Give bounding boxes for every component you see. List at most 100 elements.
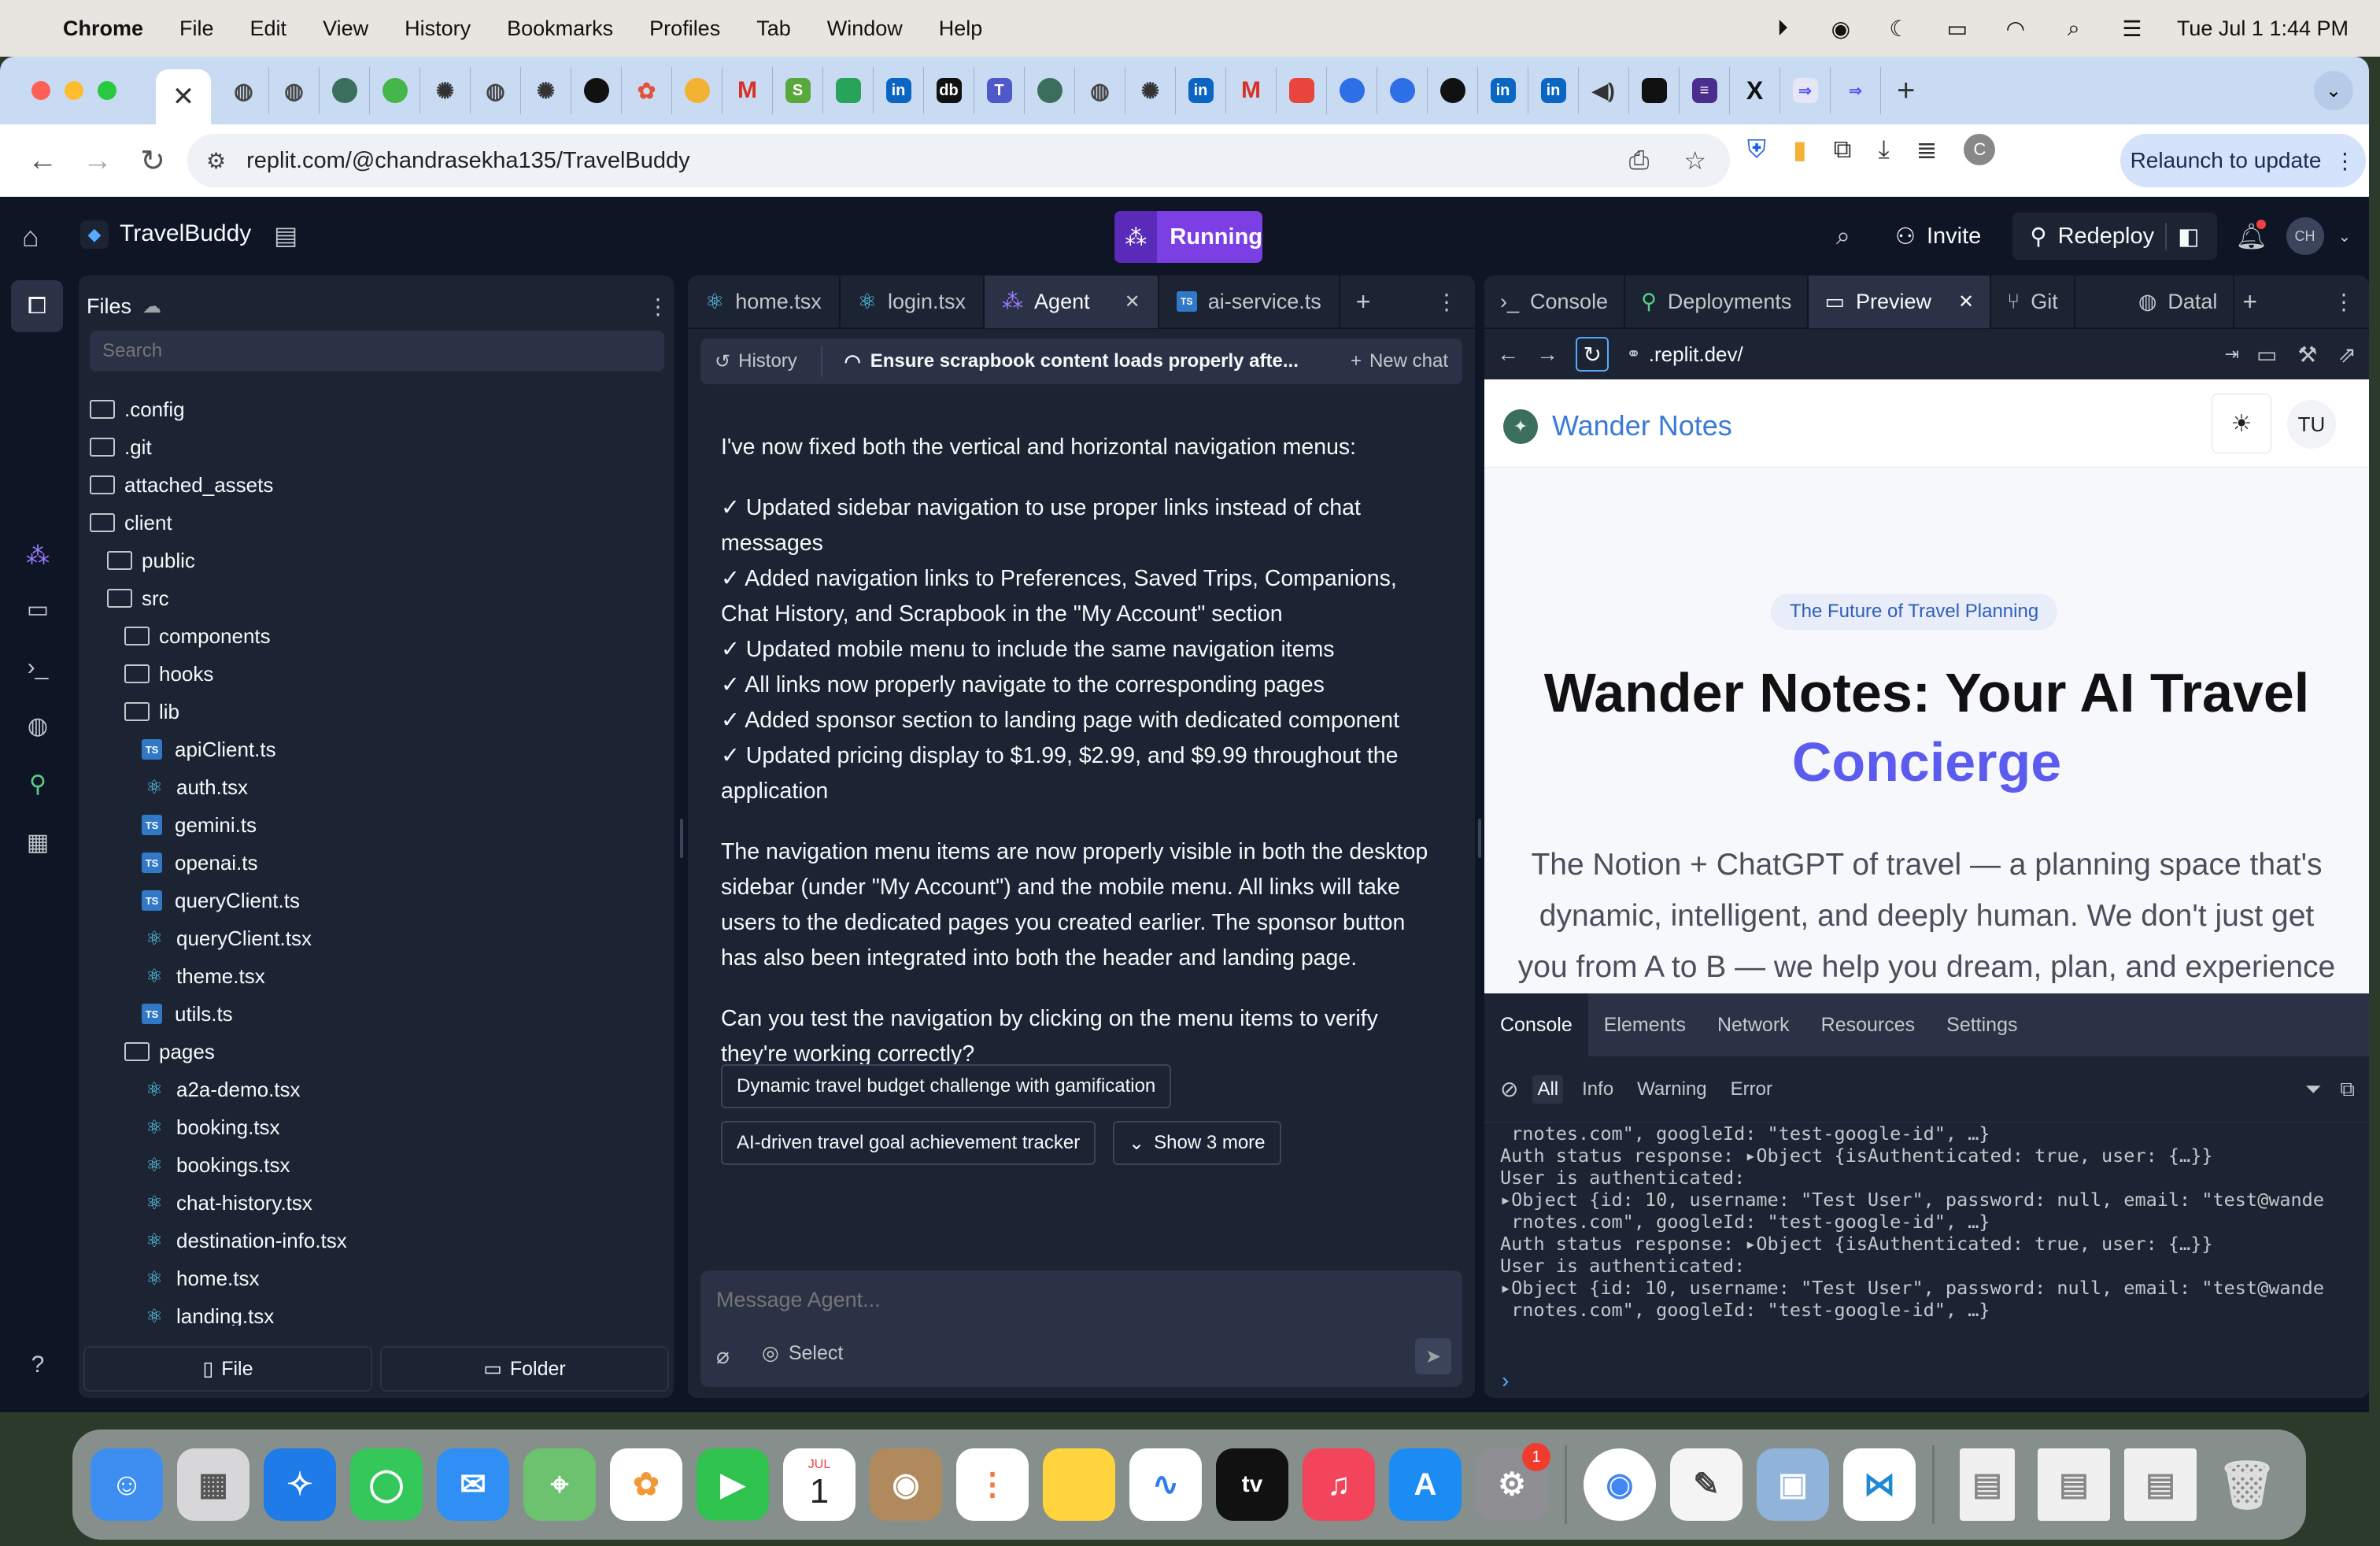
dock-maps[interactable]: ⌖ xyxy=(516,1441,603,1528)
minimize-window-button[interactable] xyxy=(65,81,83,100)
user-avatar[interactable]: CH xyxy=(2286,217,2324,255)
new-file-button[interactable]: ▯ File xyxy=(83,1346,372,1392)
folder-row[interactable]: lib xyxy=(79,693,674,730)
tab-globe[interactable]: ◍ xyxy=(471,67,521,114)
tab-console[interactable]: ›_ Console xyxy=(1484,276,1626,328)
database-tool-icon[interactable]: ◍ xyxy=(22,710,54,742)
site-user-avatar[interactable]: TU xyxy=(2287,400,2336,449)
tab-linkedin[interactable]: in xyxy=(874,67,924,114)
file-row[interactable]: ⚛ landing.tsx xyxy=(79,1297,674,1326)
console-prompt-icon[interactable]: › xyxy=(1502,1368,1509,1393)
dock-recent-document[interactable]: ▤ xyxy=(1944,1441,2031,1528)
chevron-down-icon[interactable]: ⌄ xyxy=(2338,227,2352,246)
folder-row[interactable]: src xyxy=(79,579,674,617)
tab-github[interactable] xyxy=(571,67,622,114)
reading-list-icon[interactable]: ≣ xyxy=(1916,135,1938,165)
invite-button[interactable]: ⚇ Invite xyxy=(1878,213,1998,260)
tab-app[interactable] xyxy=(1327,67,1377,114)
active-tab-close-icon[interactable]: ✕ xyxy=(156,69,211,124)
user-circle-icon[interactable]: ◉ xyxy=(1828,17,1854,41)
file-row[interactable]: ⚛ home.tsx xyxy=(79,1259,674,1297)
tab-database[interactable]: ◍ Datal xyxy=(2123,276,2235,328)
tab-app[interactable]: ≡ xyxy=(1680,67,1730,114)
new-tab-icon[interactable]: + xyxy=(1897,73,1915,109)
deploy-options-icon[interactable]: ◧ xyxy=(2165,222,2200,250)
filter-error[interactable]: Error xyxy=(1726,1075,1777,1104)
new-folder-button[interactable]: ▭ Folder xyxy=(380,1346,669,1392)
tab-app[interactable] xyxy=(1025,67,1075,114)
menu-view[interactable]: View xyxy=(323,17,368,41)
dock-launchpad[interactable]: ▦ xyxy=(170,1441,257,1528)
tab-linkedin[interactable]: in xyxy=(1176,67,1226,114)
dock-appstore[interactable]: A xyxy=(1382,1441,1469,1528)
menu-help[interactable]: Help xyxy=(939,17,983,41)
menu-profiles[interactable]: Profiles xyxy=(649,17,720,41)
wifi-icon[interactable]: ◠ xyxy=(2002,17,2029,41)
shield-extension-icon[interactable]: ⛨ xyxy=(1747,135,1766,165)
dock-trash[interactable]: 🗑︎ xyxy=(2204,1441,2290,1528)
file-row[interactable]: ⚛ bookings.tsx xyxy=(79,1146,674,1184)
devtools-wrench-icon[interactable]: ⚒ xyxy=(2297,342,2317,368)
run-status-button[interactable]: ⁂ Running xyxy=(1114,211,1262,263)
project-name[interactable]: TravelBuddy xyxy=(120,220,251,247)
play-circle-icon[interactable]: ⏵ xyxy=(1769,16,1796,40)
tab-app[interactable] xyxy=(1377,67,1428,114)
devtools-tab-resources[interactable]: Resources xyxy=(1805,993,1931,1056)
file-row[interactable]: TS queryClient.ts xyxy=(79,882,674,919)
dock-mail[interactable]: ✉ xyxy=(430,1441,516,1528)
preview-reload-icon[interactable]: ↻ xyxy=(1576,337,1609,372)
tab-login-tsx[interactable]: ⚛ login.tsx xyxy=(841,276,985,328)
tab-teams[interactable]: T xyxy=(974,67,1025,114)
dock-contacts[interactable]: ◉ xyxy=(863,1441,949,1528)
tab-deployments[interactable]: ⚲ Deployments xyxy=(1625,276,1809,328)
tab-app[interactable] xyxy=(370,67,420,114)
go-arrow-icon[interactable]: ⇥ xyxy=(2225,344,2239,364)
puzzle-extensions-icon[interactable]: ⧉ xyxy=(1834,135,1852,165)
dock-preview[interactable]: ▣ xyxy=(1750,1441,1836,1528)
suggestion-chip[interactable]: AI-driven travel goal achievement tracke… xyxy=(721,1121,1096,1165)
tab-preview[interactable]: ▭ Preview ✕ xyxy=(1809,276,1992,328)
download-icon[interactable]: ⤓ xyxy=(1878,135,1889,165)
dock-recent-document[interactable]: ▤ xyxy=(2117,1441,2204,1528)
tab-app[interactable]: ✿ xyxy=(622,67,672,114)
dock-settings[interactable]: ⚙ 1 xyxy=(1469,1441,1555,1528)
folder-row[interactable]: public xyxy=(79,542,674,579)
home-icon[interactable]: ⌂ xyxy=(22,220,39,253)
folder-row[interactable]: client xyxy=(79,504,674,542)
files-tool-icon[interactable]: ⧠ xyxy=(11,280,63,332)
tab-linkedin[interactable]: in xyxy=(1478,67,1528,114)
spotlight-search-icon[interactable]: ⌕ xyxy=(2060,16,2087,40)
dock-notes[interactable] xyxy=(1036,1441,1122,1528)
filter-all[interactable]: All xyxy=(1532,1074,1564,1104)
install-app-icon[interactable]: ⎙ xyxy=(1629,146,1650,176)
tabs-menu-icon[interactable]: ⋮ xyxy=(1436,289,1458,315)
dock-reminders[interactable]: ⋮ xyxy=(949,1441,1036,1528)
folder-row[interactable]: attached_assets xyxy=(79,466,674,504)
tab-git[interactable]: ⑂ Git xyxy=(1991,276,2075,328)
forward-arrow-icon[interactable]: → xyxy=(74,137,121,184)
address-bar[interactable]: ⚙ replit.com/@chandrasekha135/TravelBudd… xyxy=(187,134,1730,187)
menu-bookmarks[interactable]: Bookmarks xyxy=(507,17,613,41)
menu-app-name[interactable]: Chrome xyxy=(63,17,143,41)
tab-app[interactable] xyxy=(1629,67,1680,114)
add-tab-icon[interactable]: + xyxy=(2242,287,2257,316)
clear-console-icon[interactable]: ⊘ xyxy=(1500,1076,1518,1102)
relaunch-button[interactable]: Relaunch to update ⋮ xyxy=(2120,134,2366,187)
current-task[interactable]: ◠ Ensure scrapbook content loads properly… xyxy=(844,350,1299,373)
filter-info[interactable]: Info xyxy=(1577,1075,1618,1104)
folder-row[interactable]: pages xyxy=(79,1033,674,1071)
tab-agent[interactable]: ⁂ Agent ✕ xyxy=(985,276,1159,328)
dock-chrome[interactable]: ◉ xyxy=(1576,1441,1663,1528)
tab-openai[interactable]: ✺ xyxy=(521,67,571,114)
devtools-tab-elements[interactable]: Elements xyxy=(1588,993,1702,1056)
dock-appletv[interactable]: tv xyxy=(1209,1441,1295,1528)
tab-app[interactable]: ⇒ xyxy=(1780,67,1831,114)
open-external-icon[interactable]: ⇗ xyxy=(2338,342,2356,368)
redeploy-button[interactable]: ⚲ Redeploy ◧ xyxy=(2012,213,2217,260)
dock-music[interactable]: ♫ xyxy=(1295,1441,1382,1528)
tab-app[interactable] xyxy=(320,67,370,114)
show-more-button[interactable]: ⌄ Show 3 more xyxy=(1113,1121,1281,1165)
devtools-tab-settings[interactable]: Settings xyxy=(1931,993,2033,1056)
preview-url-field[interactable]: ⚭ .replit.dev/ xyxy=(1626,342,2207,367)
agent-tool-icon[interactable]: ⁂ xyxy=(22,540,54,571)
